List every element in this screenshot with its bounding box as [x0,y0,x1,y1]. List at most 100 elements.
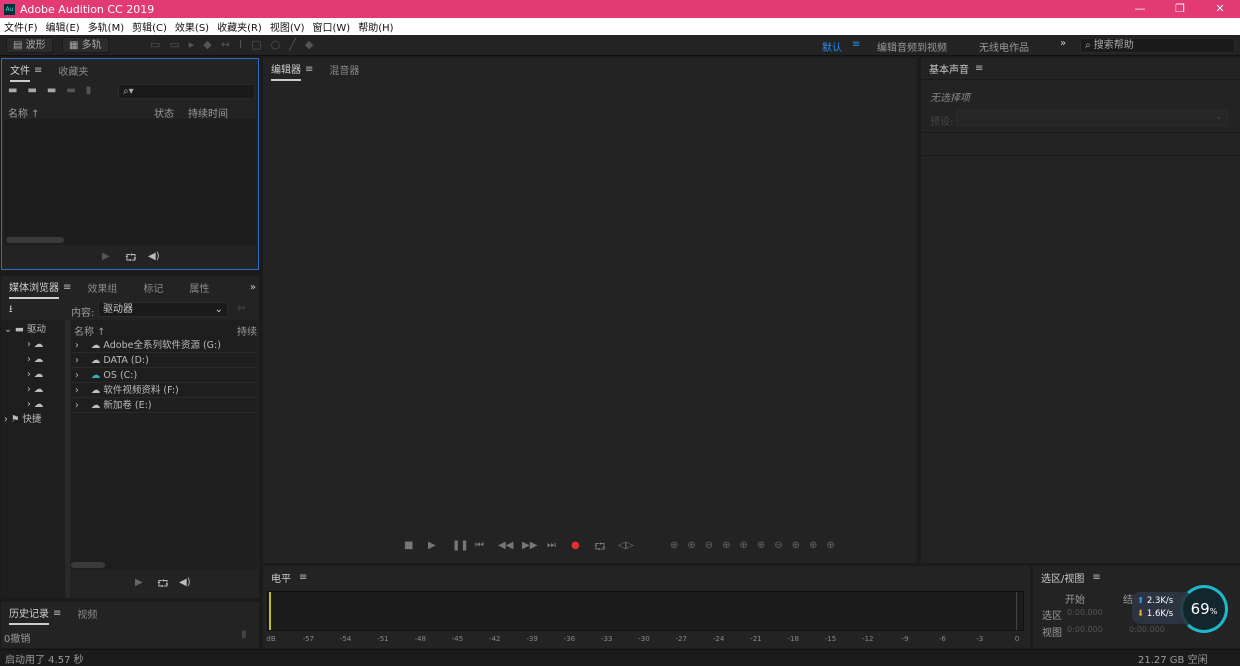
view-end-value[interactable]: 0:00.000 [1129,625,1165,634]
more-tabs-icon[interactable]: » [250,282,256,293]
panel-menu-icon[interactable]: ≡ [63,282,71,293]
tool-icons[interactable]: ▭▭▸◆↔I▢○╱◆ [150,38,322,51]
loop-playback-button[interactable]: ⮔ [594,540,606,557]
import-icon[interactable]: ⭳ [9,302,13,319]
workspace-menu-icon[interactable]: ≡ [852,39,860,50]
maximize-button[interactable]: ❐ [1160,0,1200,18]
panel-menu-icon[interactable]: ≡ [305,64,313,75]
pause-button[interactable]: ❚❚ [452,540,469,551]
menu-view[interactable]: 视图(V) [266,19,309,34]
play-button[interactable]: ▶ [428,540,436,551]
file-list[interactable] [4,119,256,245]
file-action-icons[interactable]: ▬▬▬▬▮ [8,85,101,96]
menu-file[interactable]: 文件(F) [0,19,42,34]
waveform-button[interactable]: ▤ 波形 [6,37,53,53]
panel-menu-icon[interactable]: ≡ [1092,572,1100,583]
play-icon[interactable]: ▶ [102,251,110,262]
go-to-end-button[interactable]: ⏭ [547,540,556,551]
back-icon[interactable]: ⇦ [237,303,245,314]
content-value: 驱动器 [103,304,133,315]
drive-list[interactable]: 名称 ↑ 持续 › ☁ Adobe全系列软件资源 (G:) › ☁ DATA (… [71,320,257,570]
record-button[interactable]: ● [571,540,580,551]
volume-icon[interactable]: ◀) [179,577,191,588]
workspace-default[interactable]: 默认 [822,39,842,54]
drive-tree[interactable]: ⌄ ▬ 驱动 › ☁ › ☁ › ☁ › ☁ › ☁ › ⚑ 快捷 [1,320,65,598]
multitrack-icon: ▦ [69,40,82,51]
tab-history[interactable]: 历史记录 [9,602,49,625]
loop-icon[interactable]: ⮔ [157,577,169,594]
tree-drive[interactable]: › ☁ [1,337,65,352]
list-item[interactable]: › ☁ OS (C:) [71,368,257,383]
menu-help[interactable]: 帮助(H) [354,19,397,34]
menu-favorites[interactable]: 收藏夹(R) [213,19,266,34]
panel-menu-icon[interactable]: ≡ [53,608,61,619]
menu-effects[interactable]: 效果(S) [171,19,213,34]
menu-edit[interactable]: 编辑(E) [42,19,84,34]
col-name[interactable]: 名称 ↑ [8,105,40,120]
meter-tick-label: -33 [600,635,613,643]
meter-tick-label: -27 [675,635,688,643]
workspace-radio[interactable]: 无线电作品 [979,39,1029,54]
splitter-handle[interactable] [65,320,70,598]
tab-markers[interactable]: 标记 [143,277,163,298]
view-start-value[interactable]: 0:00.000 [1067,625,1103,634]
memory-gauge[interactable]: 69% [1180,585,1228,633]
tab-favorites[interactable]: 收藏夹 [58,60,88,81]
tree-drives[interactable]: ⌄ ▬ 驱动 [1,322,65,337]
volume-icon[interactable]: ◀) [148,251,160,262]
list-item[interactable]: › ☁ 新加卷 (E:) [71,398,257,413]
tab-mixer[interactable]: 混音器 [329,59,359,80]
list-item[interactable]: › ☁ Adobe全系列软件资源 (G:) [71,338,257,353]
minimize-button[interactable]: — [1120,0,1160,18]
trash-icon[interactable]: ▮ [241,629,247,640]
tab-media-browser[interactable]: 媒体浏览器 [9,276,59,299]
selection-view-title: 选区/视图 [1041,573,1085,585]
fast-forward-button[interactable]: ▶▶ [522,540,537,551]
files-search-input[interactable]: ⌕▾ [118,84,255,99]
meter-tick-label: -12 [862,635,874,643]
scrollbar[interactable] [6,237,64,243]
tab-properties[interactable]: 属性 [189,277,209,298]
tree-drive[interactable]: › ☁ [1,382,65,397]
list-item[interactable]: › ☁ DATA (D:) [71,353,257,368]
editor-panel: 编辑器 ≡ 混音器 [263,58,917,563]
skip-selection-button[interactable]: ◁▷ [618,540,633,551]
drive-label: OS (C:) [103,370,138,381]
meter-tick-label: -21 [750,635,762,643]
help-search-input[interactable]: ⌕ 搜索帮助 [1080,38,1235,53]
menu-multitrack[interactable]: 多轨(M) [84,19,128,34]
rewind-button[interactable]: ◀◀ [498,540,513,551]
list-item[interactable]: › ☁ 软件视频资料 (F:) [71,383,257,398]
tree-drive[interactable]: › ☁ [1,367,65,382]
panel-menu-icon[interactable]: ≡ [299,572,307,583]
more-workspaces-icon[interactable]: » [1060,38,1066,49]
workspace-edit-to-video[interactable]: 编辑音频到视频 [877,39,947,54]
loop-icon[interactable]: ⮔ [125,251,137,268]
tab-effects-rack[interactable]: 效果组 [87,277,117,298]
tree-drive[interactable]: › ☁ [1,397,65,412]
tree-drive[interactable]: › ☁ [1,352,65,367]
stop-button[interactable]: ■ [404,540,413,551]
close-button[interactable]: ✕ [1200,0,1240,18]
tree-shortcuts[interactable]: › ⚑ 快捷 [1,412,65,427]
multitrack-button[interactable]: ▦ 多轨 [62,37,109,53]
scrollbar[interactable] [71,562,105,568]
tab-video[interactable]: 视频 [77,603,97,624]
col-duration[interactable]: 持续时间 [188,105,228,120]
panel-menu-icon[interactable]: ≡ [975,63,983,74]
col-duration[interactable]: 持续 [237,323,257,338]
panel-menu-icon[interactable]: ≡ [34,65,42,76]
tab-files[interactable]: 文件 [10,59,30,82]
tab-editor[interactable]: 编辑器 [271,58,301,81]
content-select[interactable]: 驱动器 ⌄ [98,302,228,317]
zoom-controls[interactable]: ⊕⊕⊖⊕⊕⊕⊖⊕⊕⊕ [670,540,844,551]
go-to-start-button[interactable]: ⏮ [475,540,484,551]
menu-clip[interactable]: 剪辑(C) [128,19,171,34]
chevron-down-icon: ⌄ [214,304,223,315]
preset-select[interactable]: ⌄ [956,110,1228,126]
menu-window[interactable]: 窗口(W) [309,19,355,34]
col-status[interactable]: 状态 [154,105,174,120]
col-name[interactable]: 名称 ↑ [74,323,106,338]
selection-start-value[interactable]: 0:00.000 [1067,608,1103,617]
play-icon[interactable]: ▶ [135,577,143,588]
